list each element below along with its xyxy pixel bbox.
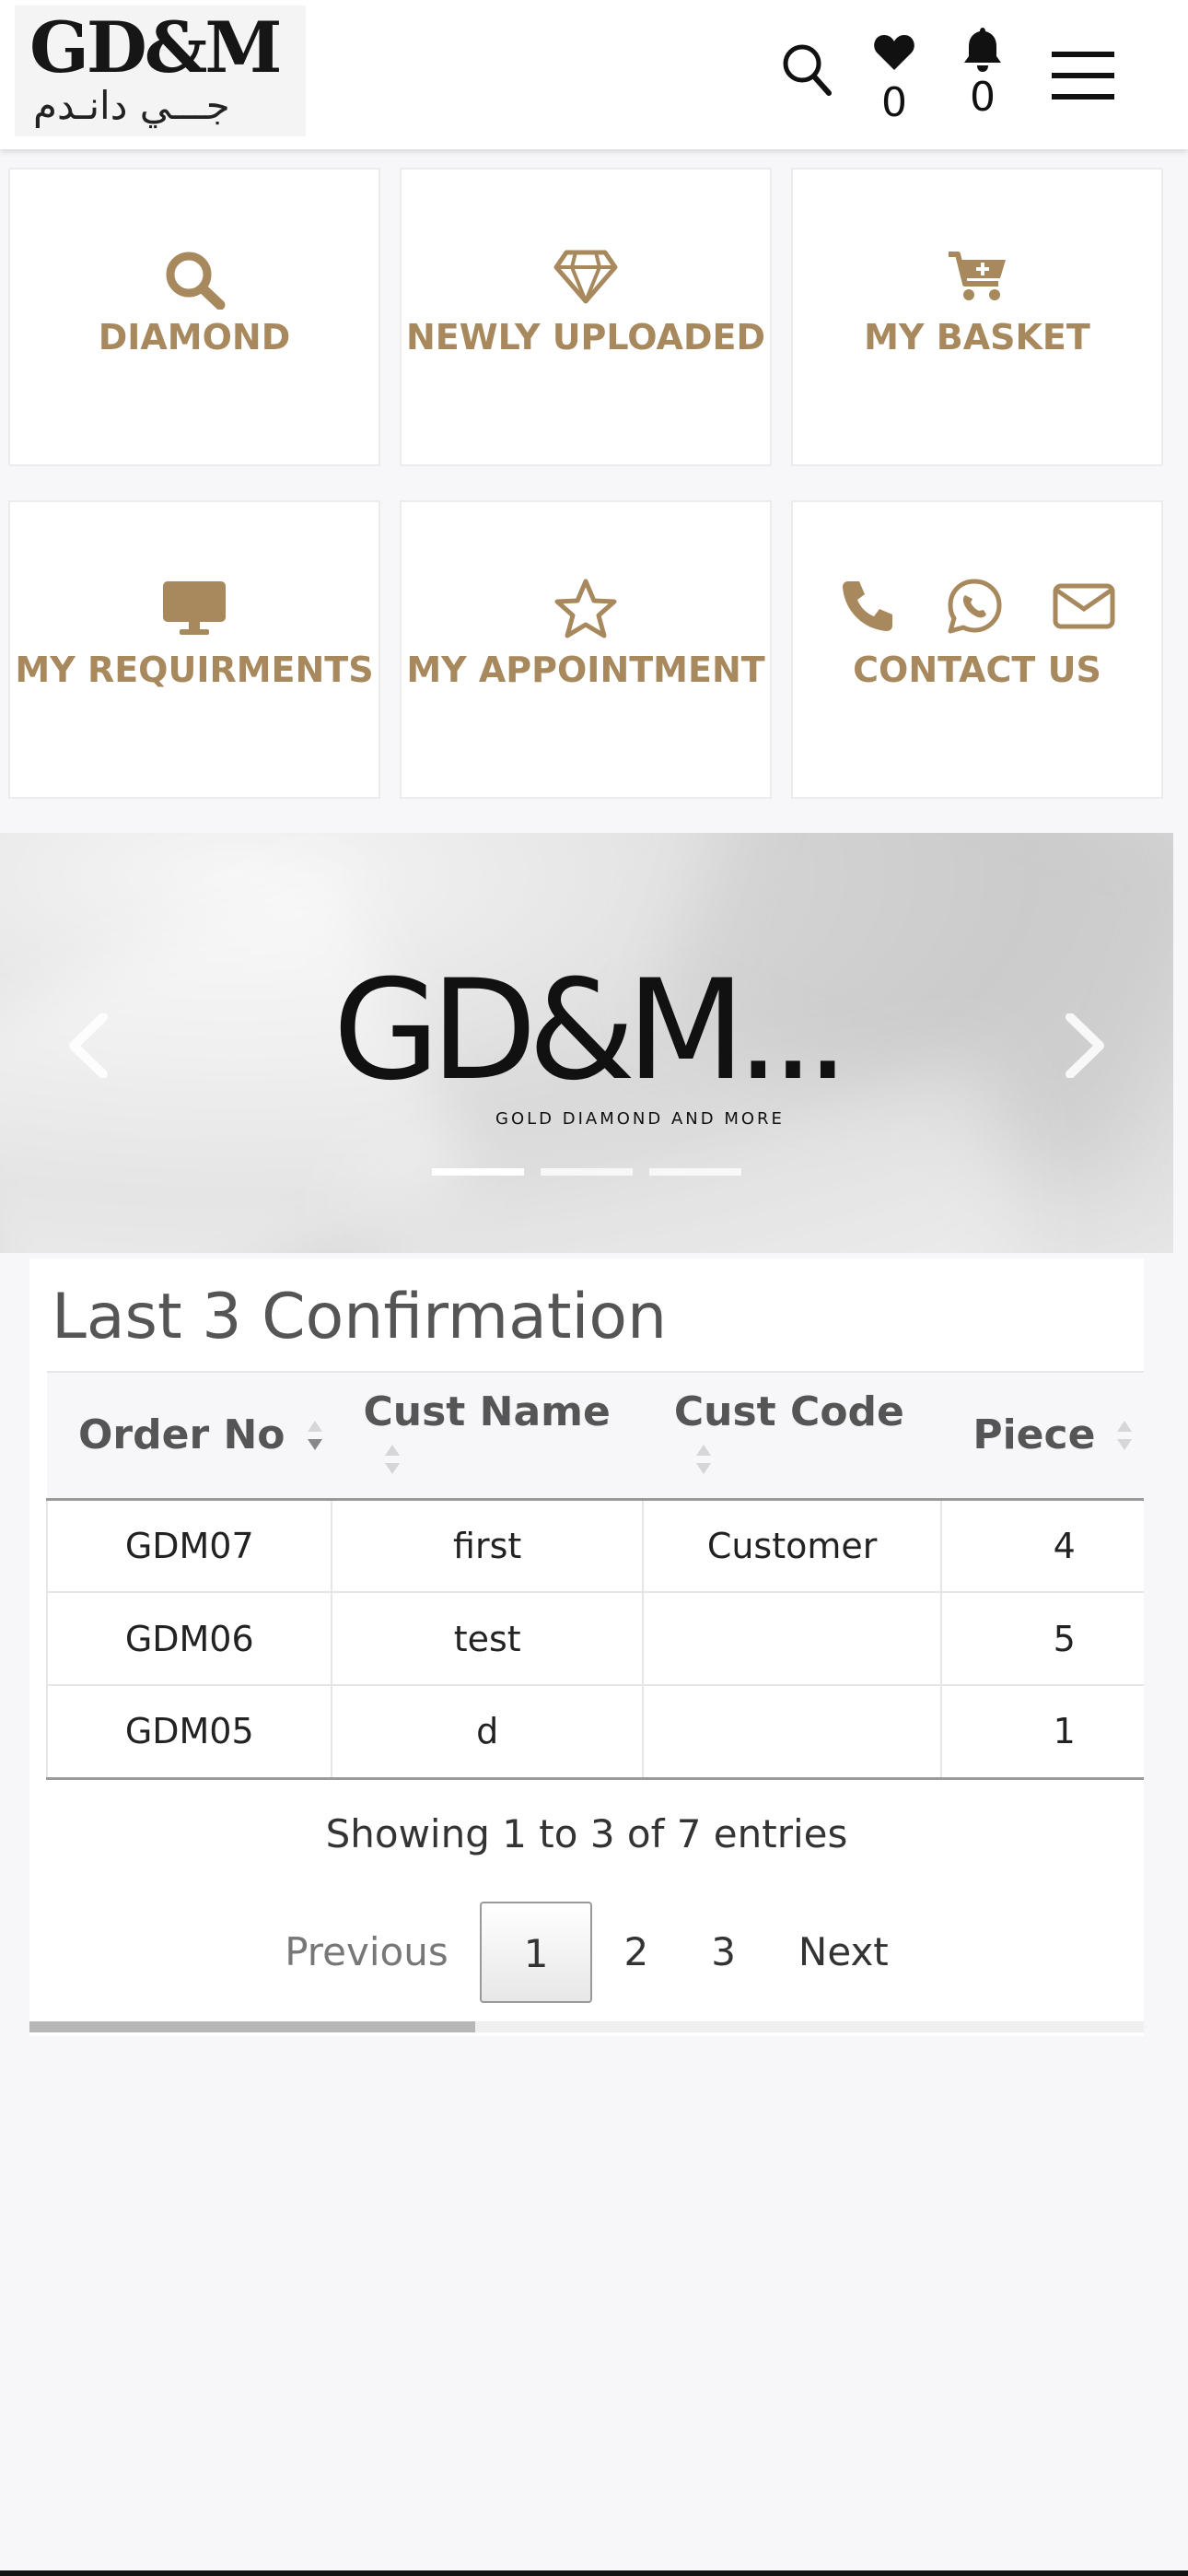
carousel-next-icon[interactable] [1063, 1013, 1107, 1082]
diamond-icon [402, 249, 770, 304]
tile-label: NEWLY UPLOADED [405, 317, 766, 357]
cell-cust-code [642, 1592, 943, 1686]
tile-label: MY APPOINTMENT [406, 650, 765, 690]
cart-plus-icon [793, 251, 1161, 302]
notification-bell-icon[interactable] [961, 26, 1004, 77]
table-row[interactable]: GDM06 test 5 [46, 1592, 1144, 1686]
carousel-indicator[interactable] [541, 1168, 633, 1176]
column-header-piece[interactable]: Piece [941, 1371, 1144, 1501]
logo-arabic-text: جـــي دانـدم [33, 83, 230, 128]
search-icon[interactable] [781, 42, 833, 101]
cell-cust-name: d [332, 1685, 644, 1780]
cell-piece: 5 [941, 1592, 1144, 1686]
pagination: Previous 1 2 3 Next [29, 1902, 1144, 2003]
wishlist-heart-icon[interactable] [873, 33, 915, 76]
banner-carousel[interactable]: GD&M... GOLD DIAMOND AND MORE [0, 833, 1173, 1253]
tile-contact-us[interactable]: CONTACT US [791, 500, 1163, 799]
tile-newly-uploaded[interactable]: NEWLY UPLOADED [400, 168, 772, 466]
pagination-previous-button[interactable]: Previous [253, 1902, 480, 2003]
pagination-page-1[interactable]: 1 [479, 1902, 593, 2003]
sort-icon [385, 1443, 402, 1480]
pagination-next-button[interactable]: Next [767, 1902, 920, 2003]
section-title: Last 3 Confirmation [52, 1281, 668, 1353]
notifications-count: 0 [970, 74, 996, 121]
carousel-indicator[interactable] [649, 1168, 741, 1176]
pagination-page-3[interactable]: 3 [680, 1902, 767, 2003]
phone-icon[interactable] [841, 580, 894, 637]
tile-my-requirements[interactable]: MY REQUIRMENTS [8, 500, 380, 799]
tile-my-basket[interactable]: MY BASKET [791, 168, 1163, 466]
tile-label: CONTACT US [853, 650, 1101, 690]
cell-cust-name: first [332, 1499, 644, 1593]
logo-text: GD&M [29, 6, 283, 88]
tile-diamond[interactable]: DIAMOND [8, 168, 380, 466]
carousel-prev-icon[interactable] [66, 1013, 111, 1082]
horizontal-scrollbar[interactable] [29, 2021, 1144, 2032]
desktop-icon [10, 580, 379, 637]
cell-order-no: GDM07 [46, 1499, 333, 1593]
cell-piece: 4 [941, 1499, 1144, 1593]
sort-icon [1117, 1419, 1134, 1456]
cell-order-no: GDM06 [46, 1592, 333, 1686]
bottom-edge-bar [0, 2570, 1188, 2576]
table-info-text: Showing 1 to 3 of 7 entries [325, 1811, 848, 1856]
cell-cust-code: Customer [642, 1499, 943, 1593]
app-header: GD&M جـــي دانـدم 0 0 [0, 0, 1188, 149]
table-row[interactable]: GDM05 d 1 [46, 1685, 1144, 1780]
last-confirmation-card: Last 3 Confirmation Order No Cust Name C… [29, 1259, 1144, 2036]
wishlist-count: 0 [881, 79, 907, 126]
pagination-page-2[interactable]: 2 [592, 1902, 680, 2003]
tile-label: DIAMOND [98, 317, 291, 357]
table-row[interactable]: GDM07 first Customer 4 [46, 1499, 1144, 1593]
column-header-cust-name[interactable]: Cust Name [332, 1371, 643, 1501]
column-header-cust-code[interactable]: Cust Code [642, 1371, 942, 1501]
carousel-indicator[interactable] [432, 1168, 524, 1176]
carousel-logo: GD&M... [332, 951, 849, 1111]
sort-icon [307, 1419, 324, 1456]
sort-icon [695, 1443, 713, 1480]
cell-order-no: GDM05 [46, 1685, 333, 1780]
menu-hamburger-icon[interactable] [1052, 52, 1114, 103]
column-header-order-no[interactable]: Order No [47, 1371, 332, 1501]
tile-label: MY BASKET [864, 317, 1090, 357]
star-icon [402, 578, 770, 640]
cell-cust-name: test [332, 1592, 644, 1686]
scrollbar-thumb[interactable] [29, 2021, 475, 2032]
search-icon [10, 249, 379, 310]
confirmation-table: Order No Cust Name Cust Code Piece GDM07… [46, 1371, 1144, 1780]
cell-cust-code [642, 1685, 943, 1780]
tile-my-appointment[interactable]: MY APPOINTMENT [400, 500, 772, 799]
tile-label: MY REQUIRMENTS [15, 650, 374, 690]
carousel-tagline: GOLD DIAMOND AND MORE [495, 1109, 785, 1129]
cell-piece: 1 [941, 1685, 1144, 1780]
whatsapp-icon[interactable] [946, 578, 1003, 638]
table-header-row: Order No Cust Name Cust Code Piece [47, 1371, 1144, 1501]
logo[interactable]: GD&M جـــي دانـدم [15, 6, 306, 136]
confirmation-table-wrapper[interactable]: Order No Cust Name Cust Code Piece GDM07… [46, 1371, 1144, 1780]
envelope-icon[interactable] [1053, 583, 1115, 633]
